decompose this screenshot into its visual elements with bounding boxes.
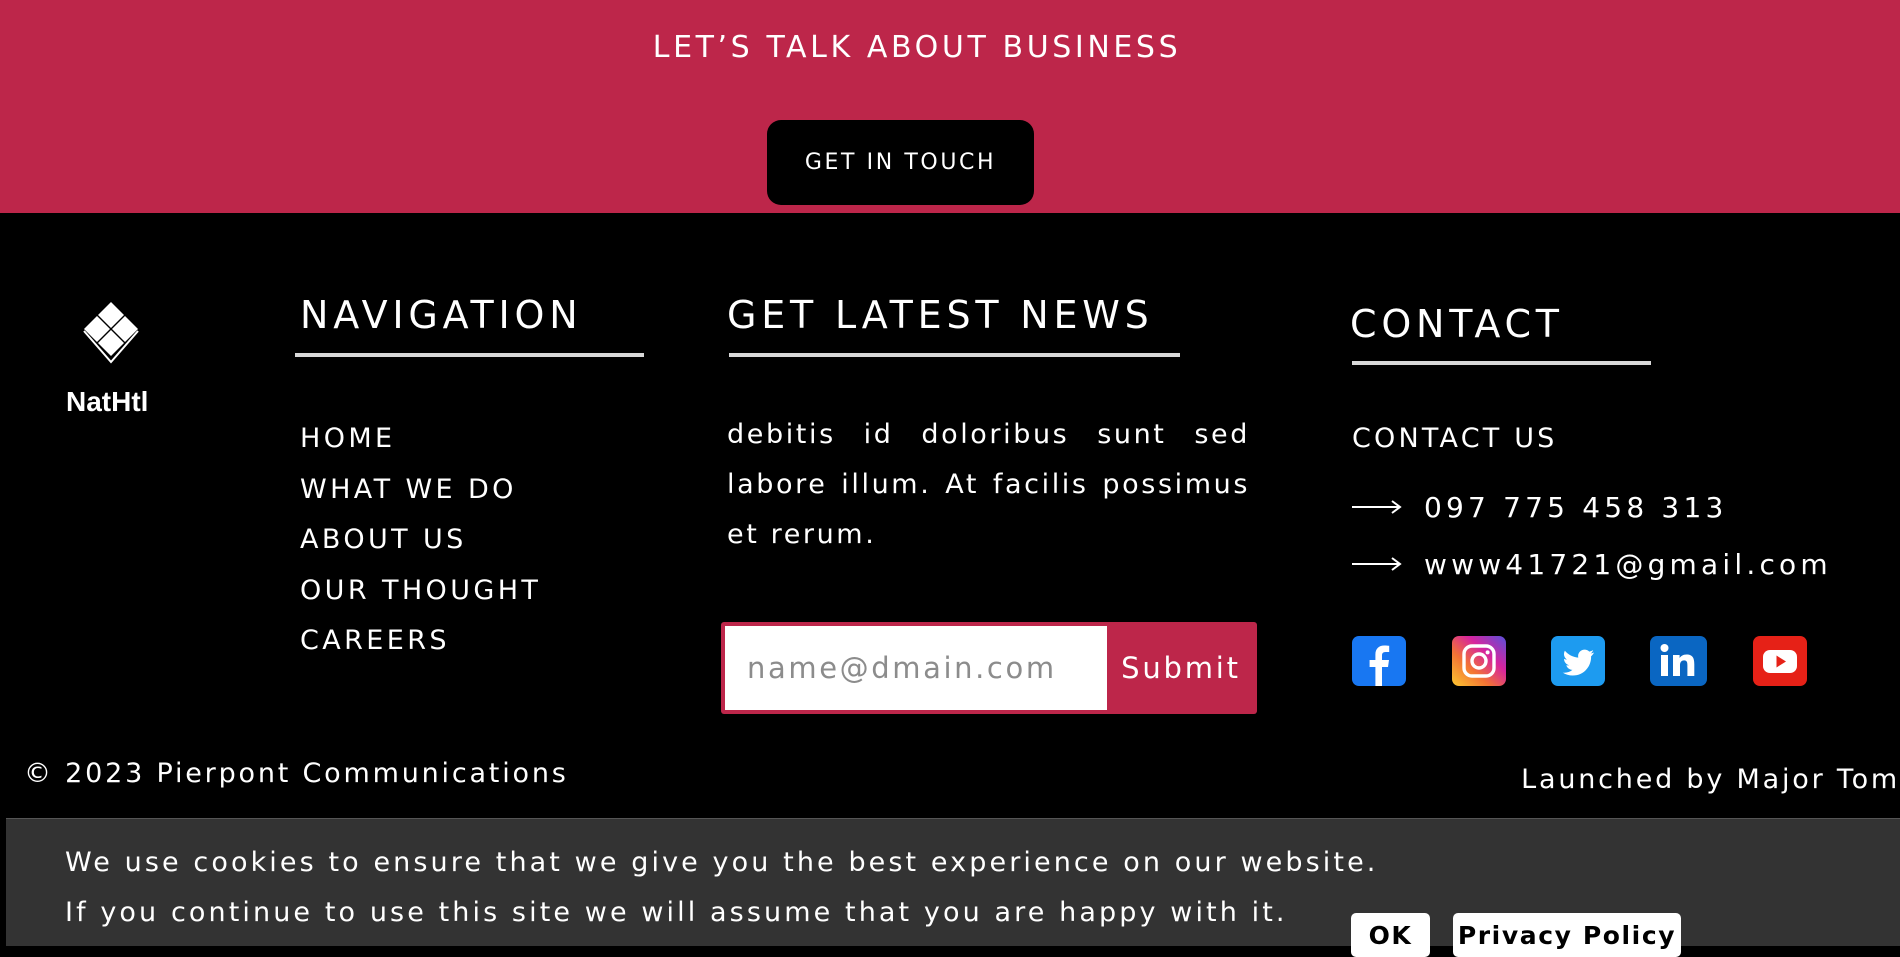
get-in-touch-button[interactable]: GET IN TOUCH <box>767 120 1034 205</box>
nav-item-about-us[interactable]: ABOUT US <box>300 524 467 555</box>
cookie-message-line-2: If you continue to use this site we will… <box>65 897 1288 928</box>
brand-name[interactable]: NatHtl <box>66 386 148 418</box>
navigation-heading: NAVIGATION <box>300 293 583 337</box>
nav-item-our-thought[interactable]: OUR THOUGHT <box>300 575 541 606</box>
cta-title: LET’S TALK ABOUT BUSINESS <box>652 30 1182 65</box>
email-address: www41721@gmail.com <box>1424 547 1832 581</box>
contact-divider <box>1352 361 1651 365</box>
facebook-icon[interactable] <box>1352 636 1406 686</box>
newsletter-form: Submit <box>721 622 1257 714</box>
contact-us-label: CONTACT US <box>1352 423 1558 454</box>
navigation-divider <box>295 353 644 357</box>
privacy-policy-button[interactable]: Privacy Policy <box>1453 913 1681 957</box>
nav-item-home[interactable]: HOME <box>300 423 396 454</box>
news-heading: GET LATEST NEWS <box>727 293 1154 337</box>
youtube-icon[interactable] <box>1753 636 1807 686</box>
nav-item-careers[interactable]: CAREERS <box>300 625 450 656</box>
instagram-icon[interactable] <box>1452 636 1506 686</box>
nav-item-what-we-do[interactable]: WHAT WE DO <box>300 474 517 505</box>
cookie-ok-button[interactable]: OK <box>1351 913 1430 957</box>
cookie-banner: We use cookies to ensure that we give yo… <box>6 818 1900 957</box>
phone-number: 097 775 458 313 <box>1424 490 1728 524</box>
launched-by-link[interactable]: Launched by Major Tom <box>1521 764 1900 795</box>
email-field[interactable] <box>725 626 1107 710</box>
long-arrow-right-icon <box>1352 557 1402 571</box>
long-arrow-right-icon <box>1352 500 1402 514</box>
cookie-message-line-1: We use cookies to ensure that we give yo… <box>65 847 1379 878</box>
contact-phone[interactable]: 097 775 458 313 <box>1352 490 1727 524</box>
linkedin-icon[interactable] <box>1650 636 1707 686</box>
cta-banner: LET’S TALK ABOUT BUSINESS GET IN TOUCH <box>0 0 1900 213</box>
twitter-icon[interactable] <box>1551 636 1605 686</box>
copyright-text: © 2023 Pierpont Communications <box>24 758 569 789</box>
contact-email[interactable]: www41721@gmail.com <box>1352 547 1832 581</box>
diamond-grid-icon[interactable] <box>80 300 142 366</box>
contact-heading: CONTACT <box>1350 302 1564 346</box>
submit-button[interactable]: Submit <box>1109 626 1253 710</box>
news-description: debitis id doloribus sunt sed labore ill… <box>727 419 1250 550</box>
news-divider <box>729 353 1180 357</box>
